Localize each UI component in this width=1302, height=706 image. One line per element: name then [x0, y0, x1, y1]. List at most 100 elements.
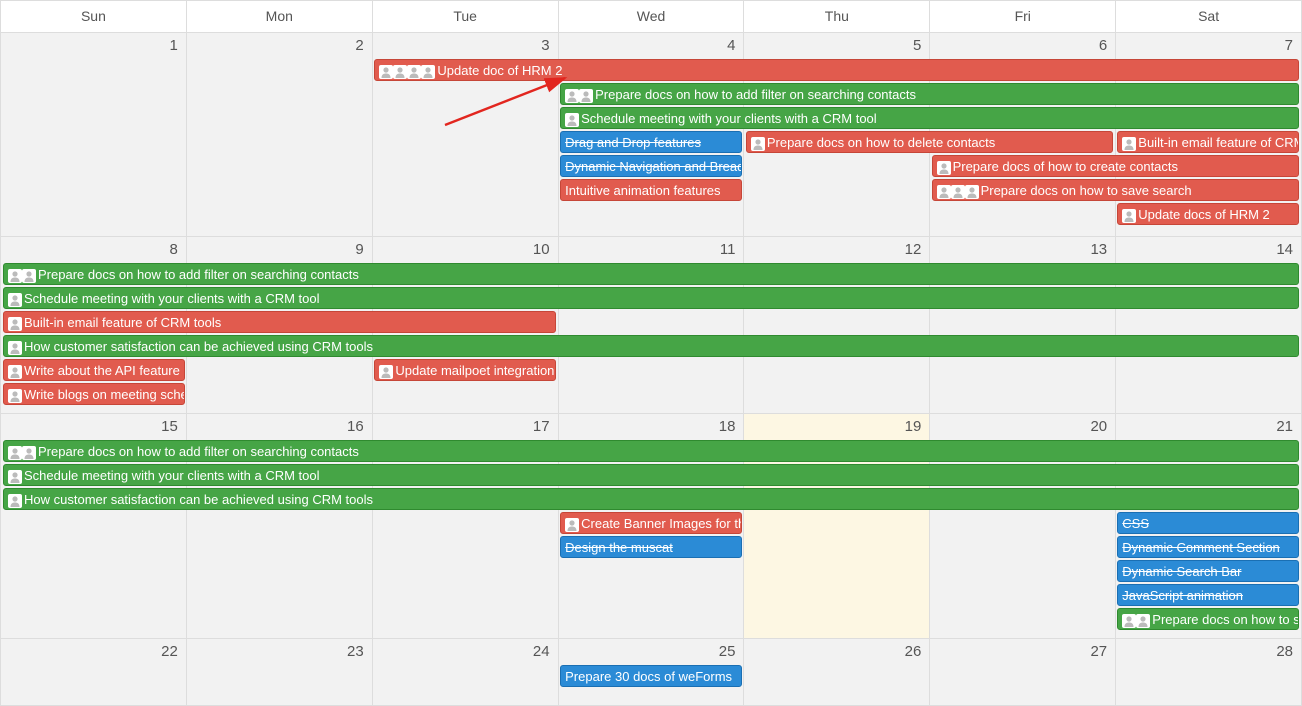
date-number: 15	[161, 418, 178, 435]
date-number: 11	[720, 241, 736, 258]
event-title: Update doc of HRM 2	[437, 63, 562, 78]
calendar-header: Sun Mon Tue Wed Thu Fri Sat	[0, 0, 1302, 33]
calendar-week: 22 23 24 25 26 27 28 Prepare 30 docs of weForms	[0, 639, 1302, 706]
calendar-event[interactable]: Dynamic Navigation and Breadcr	[560, 155, 742, 177]
date-number: 2	[355, 37, 363, 54]
event-title: How customer satisfaction can be achieve…	[24, 492, 373, 507]
calendar-event[interactable]: How customer satisfaction can be achieve…	[3, 335, 1299, 357]
calendar-day-cell[interactable]: 2	[187, 33, 373, 236]
day-header: Sun	[1, 1, 187, 32]
day-header: Thu	[744, 1, 930, 32]
date-number: 5	[913, 37, 921, 54]
calendar-event[interactable]: Built-in email feature of CRM t	[1117, 131, 1299, 153]
event-title: Prepare docs on how to add filter on sea…	[38, 444, 359, 459]
event-title: Schedule meeting with your clients with …	[24, 291, 320, 306]
calendar-event[interactable]: Update mailpoet integration e	[374, 359, 556, 381]
event-title: Schedule meeting with your clients with …	[581, 111, 877, 126]
calendar-event[interactable]: Intuitive animation features	[560, 179, 742, 201]
calendar-event[interactable]: Prepare docs on how to add filter on sea…	[560, 83, 1299, 105]
calendar-week: 891011121314Prepare docs on how to add f…	[0, 237, 1302, 414]
event-title: Prepare docs on how to add filter on sea…	[595, 87, 916, 102]
calendar-event[interactable]: Update docs of HRM 2	[1117, 203, 1299, 225]
calendar-event[interactable]: Prepare docs on how to add filter on sea…	[3, 440, 1299, 462]
date-number: 9	[355, 241, 363, 258]
event-title: Write blogs on meeting sched	[24, 387, 185, 402]
date-number: 7	[1285, 37, 1293, 54]
event-title: Dynamic Comment Section	[1122, 540, 1280, 555]
calendar-event[interactable]: Prepare docs on how to add filter on sea…	[3, 263, 1299, 285]
date-number: 10	[533, 241, 550, 258]
calendar-event[interactable]: Prepare docs on how to se	[1117, 608, 1299, 630]
date-number: 16	[347, 418, 364, 435]
event-title: Intuitive animation features	[565, 183, 720, 198]
calendar-event[interactable]: Design the muscat	[560, 536, 742, 558]
event-title: Prepare docs on how to add filter on sea…	[38, 267, 359, 282]
calendar-event[interactable]: Prepare docs on how to save search	[932, 179, 1299, 201]
date-number: 25	[719, 643, 736, 660]
day-header: Tue	[373, 1, 559, 32]
date-number: 22	[161, 643, 178, 660]
event-title: Schedule meeting with your clients with …	[24, 468, 320, 483]
calendar-event[interactable]: Schedule meeting with your clients with …	[560, 107, 1299, 129]
date-number: 21	[1276, 418, 1293, 435]
date-number: 27	[1090, 643, 1107, 660]
event-title: Dynamic Navigation and Breadcr	[565, 159, 742, 174]
event-title: Prepare docs of how to create contacts	[953, 159, 1178, 174]
calendar: Sun Mon Tue Wed Thu Fri Sat 1234567Updat…	[0, 0, 1302, 706]
event-title: Design the muscat	[565, 540, 673, 555]
date-number: 18	[719, 418, 736, 435]
calendar-day-cell[interactable]: 23	[187, 639, 373, 705]
calendar-event[interactable]: Prepare 30 docs of weForms	[560, 665, 742, 687]
event-title: Update docs of HRM 2	[1138, 207, 1270, 222]
event-title: Prepare docs on how to se	[1152, 612, 1299, 627]
calendar-event[interactable]: JavaScript animation	[1117, 584, 1299, 606]
calendar-event[interactable]: Prepare docs on how to delete contacts	[746, 131, 1113, 153]
event-title: Update mailpoet integration e	[395, 363, 556, 378]
calendar-event[interactable]: Prepare docs of how to create contacts	[932, 155, 1299, 177]
date-number: 3	[541, 37, 549, 54]
calendar-day-cell[interactable]: 24	[373, 639, 559, 705]
date-number: 4	[727, 37, 735, 54]
calendar-event[interactable]: Write blogs on meeting sched	[3, 383, 185, 405]
calendar-day-cell[interactable]: 27	[930, 639, 1116, 705]
event-title: Prepare 30 docs of weForms	[565, 669, 732, 684]
calendar-event[interactable]: Schedule meeting with your clients with …	[3, 287, 1299, 309]
calendar-event[interactable]: CSS	[1117, 512, 1299, 534]
calendar-event[interactable]: Update doc of HRM 2	[374, 59, 1299, 81]
calendar-event[interactable]: How customer satisfaction can be achieve…	[3, 488, 1299, 510]
date-number: 12	[905, 241, 922, 258]
calendar-event[interactable]: Create Banner Images for the	[560, 512, 742, 534]
calendar-event[interactable]: Schedule meeting with your clients with …	[3, 464, 1299, 486]
event-title: Built-in email feature of CRM tools	[24, 315, 221, 330]
event-title: Drag and Drop features	[565, 135, 701, 150]
calendar-day-cell[interactable]: 28	[1116, 639, 1301, 705]
calendar-event[interactable]: Write about the API feature	[3, 359, 185, 381]
calendar-week: 1 2 3 4 5 6 7 Update doc of HRM 2 Prepare docs o…	[0, 33, 1302, 237]
calendar-event[interactable]: Drag and Drop features	[560, 131, 742, 153]
date-number: 8	[170, 241, 178, 258]
calendar-event[interactable]: Dynamic Comment Section	[1117, 536, 1299, 558]
event-title: Write about the API feature	[24, 363, 180, 378]
event-title: JavaScript animation	[1122, 588, 1243, 603]
date-number: 26	[905, 643, 922, 660]
calendar-day-cell[interactable]: 26	[744, 639, 930, 705]
calendar-event[interactable]: Built-in email feature of CRM tools	[3, 311, 556, 333]
date-number: 14	[1276, 241, 1293, 258]
calendar-week: 15161718192021Prepare docs on how to add…	[0, 414, 1302, 639]
event-title: Prepare docs on how to delete contacts	[767, 135, 995, 150]
event-title: Built-in email feature of CRM t	[1138, 135, 1299, 150]
calendar-event[interactable]: Dynamic Search Bar	[1117, 560, 1299, 582]
date-number: 19	[905, 418, 922, 435]
event-title: Prepare docs on how to save search	[981, 183, 1192, 198]
date-number: 6	[1099, 37, 1107, 54]
event-title: Create Banner Images for the	[581, 516, 742, 531]
calendar-day-cell[interactable]: 1	[1, 33, 187, 236]
date-number: 20	[1090, 418, 1107, 435]
event-title: CSS	[1122, 516, 1149, 531]
day-header: Mon	[187, 1, 373, 32]
event-title: How customer satisfaction can be achieve…	[24, 339, 373, 354]
event-title: Dynamic Search Bar	[1122, 564, 1241, 579]
date-number: 23	[347, 643, 364, 660]
day-header: Wed	[559, 1, 745, 32]
calendar-day-cell[interactable]: 22	[1, 639, 187, 705]
